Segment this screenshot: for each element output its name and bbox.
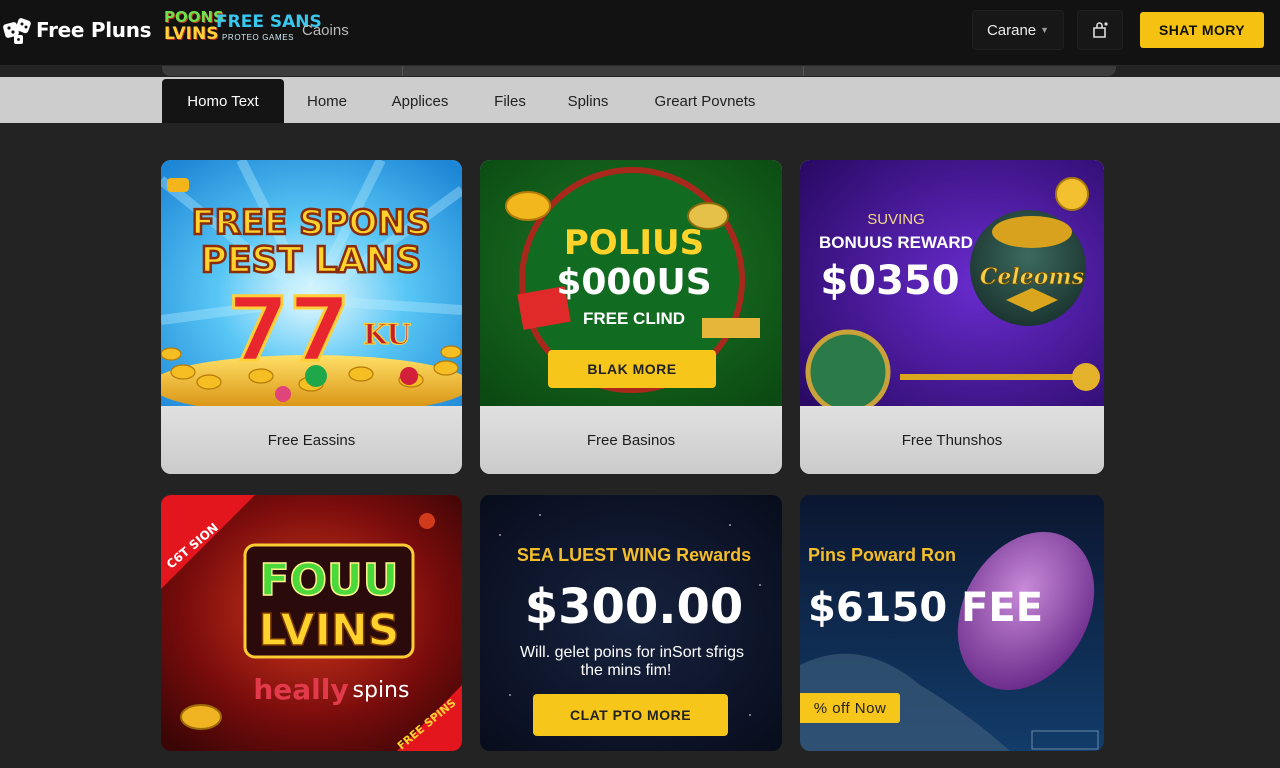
off-now-button[interactable]: % off Now — [800, 693, 900, 723]
chevron-down-icon: ▼ — [1040, 25, 1050, 35]
search-bar[interactable] — [162, 66, 1116, 76]
tab-files[interactable]: Files — [482, 79, 538, 123]
art-text: 77 — [228, 278, 350, 381]
brand[interactable]: Free Pluns — [0, 10, 152, 50]
tab-home[interactable]: Home — [292, 79, 362, 123]
shopping-bag-icon — [1093, 22, 1108, 38]
partner-logo-word: LVINS — [164, 24, 219, 44]
art-text: heally — [253, 673, 348, 706]
search-divider — [402, 66, 403, 76]
art-text: Celeoms — [980, 264, 1084, 290]
promo-card[interactable]: POLIUS $000US FREE CLIND BLAK MORE Free … — [480, 160, 782, 474]
promo-card[interactable]: FREE SPONS PEST LANS 77 KU Free Eassins — [161, 160, 462, 474]
tab-greart-povnets[interactable]: Greart Povnets — [642, 79, 768, 123]
art-text: spins — [353, 678, 410, 703]
art-text: $6150 FEE — [808, 585, 1043, 631]
art-text: $000US — [556, 262, 711, 303]
art-text: Will. gelet poins for inSort sfrigs — [520, 644, 744, 661]
art-text: $0350 — [820, 258, 959, 304]
art-text: LVINS — [259, 605, 400, 656]
dice-logo-icon — [3, 18, 31, 44]
promo-card[interactable]: FOUU LVINS heally spins C6T SION FREE SP… — [161, 495, 462, 751]
card-caption: Free Eassins — [161, 406, 462, 474]
currency-select[interactable]: Carane ▼ — [972, 10, 1064, 50]
tab-homo-text[interactable]: Homo Text — [162, 79, 284, 123]
coin-badge-icon — [167, 178, 189, 192]
promo-card[interactable]: SUVING BONUUS REWARD $0350 Celeoms Free … — [800, 160, 1104, 474]
claim-more-button[interactable]: CLAT PTO MORE — [533, 694, 728, 736]
card-caption: Free Thunshos — [800, 406, 1104, 474]
reward-banner-image: SUVING BONUUS REWARD $0350 Celeoms — [800, 160, 1104, 406]
tab-applices[interactable]: Applices — [378, 79, 462, 123]
art-text: KU — [363, 318, 411, 351]
art-text: BONUUS REWARD — [819, 233, 973, 252]
cart-button[interactable] — [1077, 10, 1123, 50]
art-text: FREE CLIND — [583, 309, 685, 328]
lvins-banner-image: FOUU LVINS heally spins C6T SION FREE SP… — [161, 495, 462, 751]
promo-card[interactable]: SEA LUEST WING Rewards $300.00 Will. gel… — [480, 495, 782, 751]
brand-name: Free Pluns — [36, 18, 152, 42]
partner-logo-tagline: PROTEO GAMES — [222, 33, 295, 42]
header-cta-button[interactable]: SHAT MORY — [1140, 12, 1264, 48]
tab-splins[interactable]: Splins — [556, 79, 620, 123]
partner-logo-word: POONS — [164, 8, 224, 26]
art-text: FOUU — [260, 555, 399, 606]
partner-logo-word: Caoins — [302, 22, 349, 39]
free-spins-banner-image: FREE SPONS PEST LANS 77 KU — [161, 160, 462, 406]
art-text: SEA LUEST WING Rewards — [517, 545, 751, 565]
card-caption: Free Basinos — [480, 406, 782, 474]
art-text: Pins Poward Ron — [808, 545, 956, 565]
art-text: $300.00 — [525, 579, 744, 635]
art-text: the mins fim! — [581, 662, 672, 679]
blak-more-button[interactable]: BLAK MORE — [548, 350, 716, 388]
currency-label: Carane — [986, 21, 1037, 39]
art-text: POLIUS — [564, 223, 704, 263]
art-text: PEST LANS — [201, 240, 422, 281]
search-divider — [803, 66, 804, 76]
top-header: Free Pluns POONS LVINS FREE SANS PROTEO … — [0, 0, 1280, 66]
promo-card[interactable]: Pins Poward Ron $6150 FEE % off Now — [800, 495, 1104, 751]
art-text: FREE SPONS — [192, 203, 431, 243]
partner-logo[interactable]: POONS LVINS FREE SANS PROTEO GAMES Caoin… — [164, 10, 354, 50]
art-text: SUVING — [867, 211, 925, 228]
nav-tabs: Homo Text Home Applices Files Splins Gre… — [0, 77, 1280, 123]
